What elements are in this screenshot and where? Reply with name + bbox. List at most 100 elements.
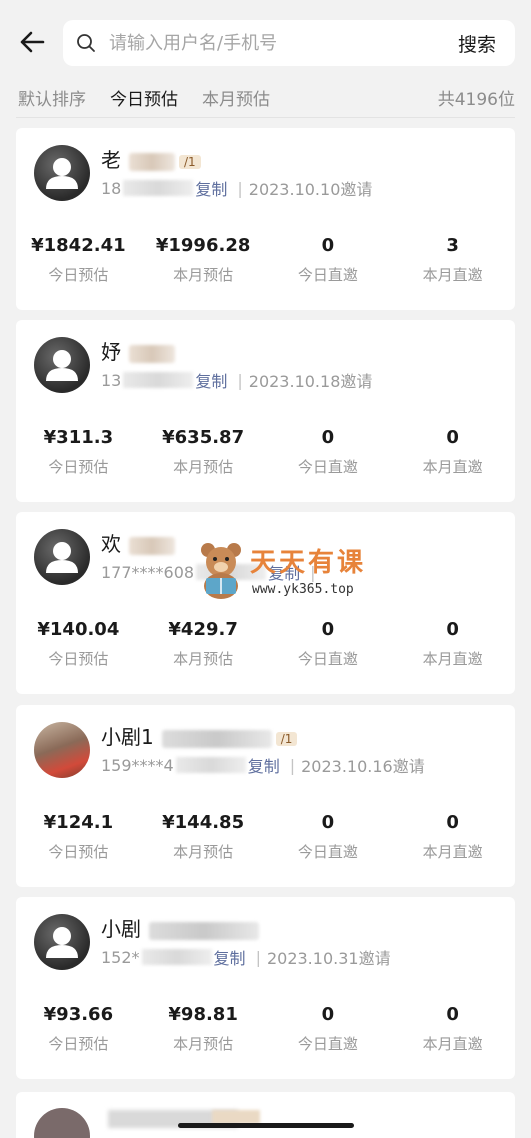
stat-label: 今日直邀 [297, 266, 358, 284]
invite-date: 2023.10.10邀请 [248, 180, 373, 199]
sort-tab-default[interactable]: 默认排序 [18, 85, 86, 110]
stat-month-estimate: ¥144.85 本月预估 [141, 809, 266, 869]
stat-label: 本月预估 [173, 843, 234, 861]
stat-value: ¥1996.28 [155, 235, 251, 256]
member-card[interactable]: 小剧1/1 159****4 复制 | 2023.10.16邀请 ¥124.1 今日预估 ¥1… [16, 705, 515, 887]
stat-label: 本月预估 [173, 650, 234, 668]
stat-label: 今日直邀 [297, 1035, 358, 1053]
member-card[interactable]: 老/1 18 复制 | 2023.10.10邀请 ¥1842.41 今日预估 ¥1996.28… [16, 128, 515, 310]
level-tag: /1 [275, 731, 298, 746]
stat-value: 3 [446, 235, 459, 256]
divider [16, 117, 515, 118]
copy-button[interactable]: 复制 [268, 560, 300, 584]
copy-button[interactable]: 复制 [195, 176, 227, 200]
stat-today-invites: 0 今日直邀 [266, 809, 391, 869]
stat-value: 0 [446, 427, 459, 448]
member-card[interactable]: 小剧 152* 复制 | 2023.10.31邀请 ¥93.66 今日预估 ¥98.81 本月预… [16, 897, 515, 1079]
avatar [34, 337, 90, 393]
search-input[interactable] [109, 23, 439, 63]
stats-row: ¥311.3 今日预估 ¥635.87 本月预估 0 今日直邀 0 本月直邀 [16, 424, 515, 484]
sort-tab-today-estimate[interactable]: 今日预估 [110, 85, 178, 110]
blurred-name [129, 152, 175, 171]
total-count: 共4196位 [437, 89, 515, 110]
member-name: 小剧 [101, 917, 141, 941]
stat-value: ¥144.85 [162, 812, 245, 833]
blurred-name [149, 921, 259, 940]
sort-bar: 默认排序 今日预估 本月预估 共4196位 [18, 80, 515, 114]
home-indicator [178, 1123, 354, 1128]
blurred-name [129, 536, 175, 555]
blurred-tag [212, 1110, 260, 1124]
stat-label: 今日直邀 [297, 843, 358, 861]
phone-line: 177****608 复制 | [101, 560, 321, 584]
blurred-name [161, 729, 272, 748]
phone-line: 13 复制 | 2023.10.18邀请 [101, 368, 372, 392]
stat-label: 本月直邀 [422, 650, 483, 668]
stat-value: 0 [321, 619, 335, 640]
member-name: 妤 [101, 340, 121, 364]
blurred-phone [141, 949, 212, 965]
arrow-left-icon [20, 31, 45, 53]
search-button[interactable]: 搜索 [439, 30, 515, 57]
stat-value: 0 [446, 1004, 459, 1025]
stat-label: 本月直邀 [422, 1035, 483, 1053]
stat-value: 0 [321, 1004, 335, 1025]
copy-button[interactable]: 复制 [248, 753, 280, 777]
search-icon [63, 20, 109, 66]
avatar [34, 529, 90, 585]
invite-date: 2023.10.18邀请 [248, 372, 373, 391]
header: 搜索 [0, 14, 531, 70]
phone-number: 13 [101, 370, 122, 390]
stat-month-estimate: ¥429.7 本月预估 [141, 616, 266, 676]
sort-tab-month-estimate[interactable]: 本月预估 [202, 85, 270, 110]
stat-month-invites: 0 本月直邀 [390, 424, 515, 484]
stats-row: ¥124.1 今日预估 ¥144.85 本月预估 0 今日直邀 0 本月直邀 [16, 809, 515, 869]
separator: | [310, 562, 316, 582]
stat-label: 今日预估 [48, 843, 109, 861]
stats-row: ¥93.66 今日预估 ¥98.81 本月预估 0 今日直邀 0 本月直邀 [16, 1001, 515, 1061]
stat-month-invites: 3 本月直邀 [390, 232, 515, 292]
member-name: 老 [101, 148, 121, 172]
stat-value: ¥124.1 [43, 812, 114, 833]
level-tag: /1 [179, 154, 201, 169]
phone-number: 177****608 [101, 562, 195, 582]
separator: | [255, 947, 261, 967]
blurred-name [129, 344, 175, 363]
stat-value: 0 [321, 235, 335, 256]
avatar [34, 1108, 90, 1138]
member-card[interactable]: 欢 177****608 复制 | ¥140.04 今日预估 ¥429.7 本月预估 0 今日直邀… [16, 512, 515, 694]
search-box: 搜索 [63, 20, 515, 66]
stat-label: 今日直邀 [297, 458, 358, 476]
stat-label: 本月预估 [173, 266, 234, 284]
stat-value: 0 [321, 427, 335, 448]
stat-value: ¥98.81 [168, 1004, 238, 1025]
back-button[interactable] [0, 14, 64, 70]
blurred-phone [123, 180, 194, 196]
member-name-row: 小剧1/1 [101, 721, 298, 750]
stat-value: ¥429.7 [168, 619, 238, 640]
stat-month-invites: 0 本月直邀 [390, 809, 515, 869]
stat-month-estimate: ¥98.81 本月预估 [141, 1001, 266, 1061]
stat-today-estimate: ¥311.3 今日预估 [16, 424, 141, 484]
stat-label: 今日预估 [48, 1035, 109, 1053]
member-name: 欢 [101, 532, 121, 556]
member-card[interactable]: 妤 13 复制 | 2023.10.18邀请 ¥311.3 今日预估 ¥635.87 本月预估 0… [16, 320, 515, 502]
invite-date: 2023.10.31邀请 [266, 949, 391, 968]
stat-today-estimate: ¥93.66 今日预估 [16, 1001, 141, 1061]
stat-today-invites: 0 今日直邀 [266, 1001, 391, 1061]
member-name-row: 小剧 [101, 913, 259, 942]
stat-value: ¥140.04 [37, 619, 120, 640]
stat-label: 本月直邀 [422, 266, 483, 284]
stat-label: 本月直邀 [422, 843, 483, 861]
separator: | [237, 178, 243, 198]
copy-button[interactable]: 复制 [214, 945, 246, 969]
stat-value: 0 [446, 812, 459, 833]
stat-month-invites: 0 本月直邀 [390, 616, 515, 676]
stat-value: 0 [446, 619, 459, 640]
phone-line: 152* 复制 | 2023.10.31邀请 [101, 945, 391, 969]
member-card-partial[interactable] [16, 1092, 515, 1138]
stats-row: ¥140.04 今日预估 ¥429.7 本月预估 0 今日直邀 0 本月直邀 [16, 616, 515, 676]
stat-month-estimate: ¥1996.28 本月预估 [141, 232, 266, 292]
phone-number: 18 [101, 178, 122, 198]
copy-button[interactable]: 复制 [195, 368, 227, 392]
